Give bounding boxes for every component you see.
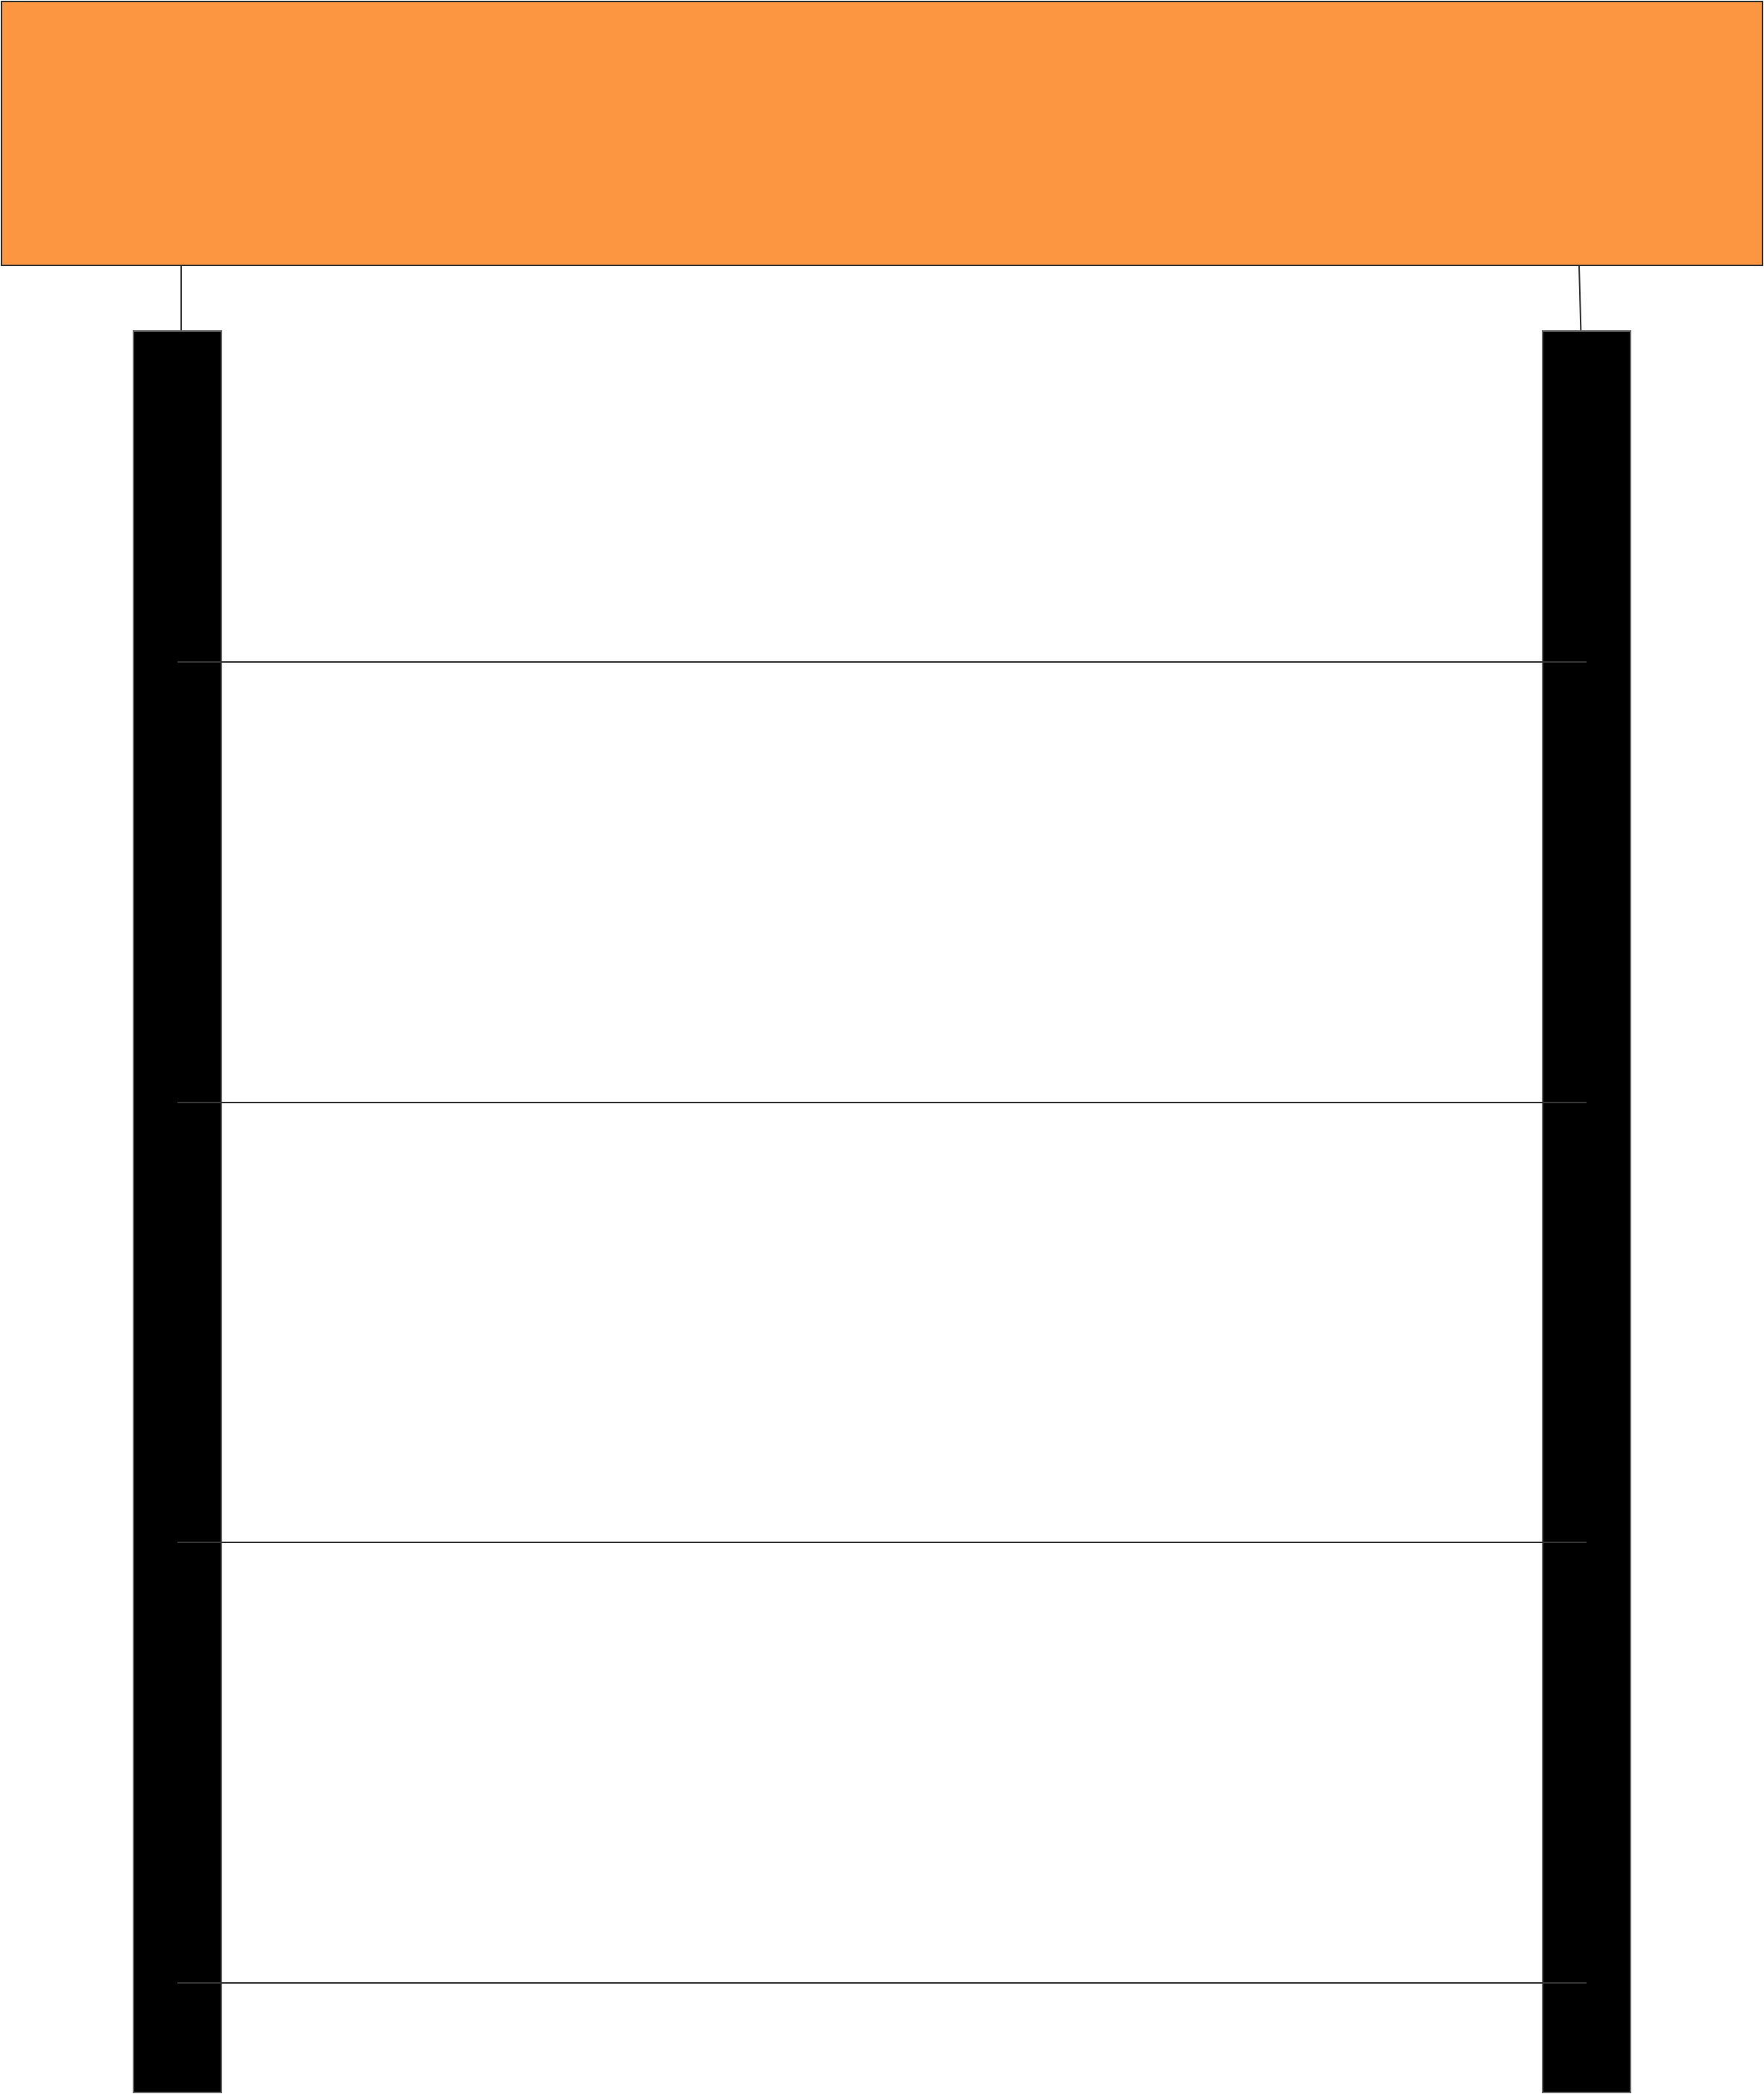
lifeline-left bbox=[133, 330, 222, 2093]
diagram-canvas bbox=[0, 0, 1764, 2094]
sequence-diagram bbox=[1, 1, 1763, 2093]
lifeline-right bbox=[1542, 330, 1631, 2093]
header-block bbox=[1, 1, 1763, 266]
